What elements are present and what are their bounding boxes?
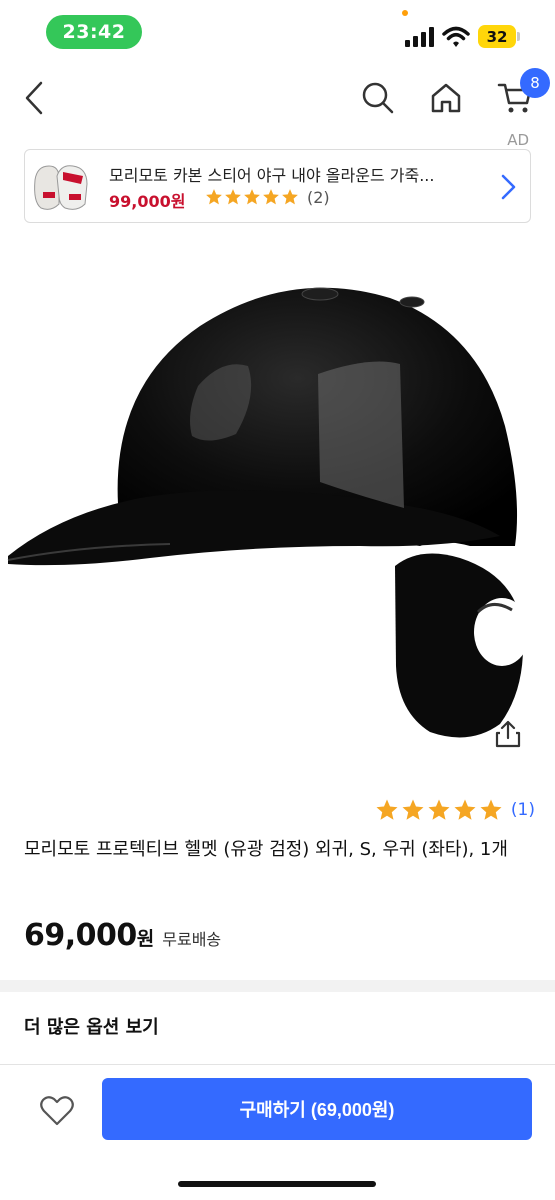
rating-count[interactable]: (1) bbox=[511, 800, 535, 820]
star-icon bbox=[263, 189, 279, 205]
star-icon bbox=[428, 799, 450, 820]
ad-price: 99,000원 bbox=[109, 192, 186, 211]
cart-count-badge: 8 bbox=[520, 68, 550, 98]
home-indicator bbox=[178, 1181, 376, 1187]
product-image-helmet[interactable] bbox=[0, 246, 555, 776]
ad-title: 모리모토 카본 스티어 야구 내야 올라운드 가죽... bbox=[109, 166, 435, 185]
search-button[interactable] bbox=[356, 76, 400, 120]
heart-icon bbox=[40, 1096, 74, 1126]
more-options-link[interactable]: 더 많은 옵션 보기 bbox=[24, 1013, 159, 1039]
status-bar: 23:42 32 bbox=[0, 0, 555, 66]
price-row: 69,000 원 무료배송 bbox=[24, 918, 221, 953]
section-divider bbox=[0, 980, 555, 992]
star-icon bbox=[402, 799, 424, 820]
product-rating[interactable]: (1) bbox=[375, 798, 535, 822]
star-icon bbox=[376, 799, 398, 820]
buy-button[interactable]: 구매하기 (69,000원) bbox=[102, 1078, 532, 1140]
ad-rating-count: (2) bbox=[307, 188, 330, 207]
ad-rating-stars bbox=[205, 188, 299, 206]
recording-indicator bbox=[402, 10, 408, 16]
bottom-action-bar: 구매하기 (69,000원) bbox=[0, 1064, 555, 1200]
ad-banner[interactable]: 모리모토 카본 스티어 야구 내야 올라운드 가죽... 99,000원 (2) bbox=[24, 149, 531, 223]
star-icon bbox=[480, 799, 502, 820]
ad-label: AD bbox=[507, 131, 529, 149]
star-icon bbox=[206, 189, 222, 205]
search-icon bbox=[362, 82, 394, 114]
back-icon bbox=[25, 81, 43, 115]
wishlist-button[interactable] bbox=[36, 1091, 78, 1131]
star-icon bbox=[454, 799, 476, 820]
star-icon bbox=[282, 189, 298, 205]
top-nav bbox=[0, 66, 555, 130]
share-icon bbox=[495, 720, 521, 748]
product-title: 모리모토 프로텍티브 헬멧 (유광 검정) 외귀, S, 우귀 (좌타), 1개 bbox=[24, 839, 508, 860]
star-icon bbox=[225, 189, 241, 205]
status-time: 23:42 bbox=[46, 15, 142, 49]
share-button[interactable] bbox=[486, 712, 530, 756]
star-icon bbox=[244, 189, 260, 205]
product-price: 69,000 bbox=[24, 918, 137, 953]
glove-thumbnail bbox=[29, 154, 93, 218]
price-currency: 원 bbox=[136, 928, 155, 950]
signal-icon bbox=[405, 27, 434, 47]
home-button[interactable] bbox=[424, 76, 468, 120]
chevron-right-icon bbox=[501, 174, 516, 200]
battery-level: 32 bbox=[478, 25, 516, 48]
wifi-icon bbox=[442, 26, 470, 47]
shipping-badge: 무료배송 bbox=[162, 930, 222, 949]
battery-cap bbox=[517, 32, 520, 41]
home-icon bbox=[431, 83, 461, 113]
back-button[interactable] bbox=[14, 76, 54, 120]
